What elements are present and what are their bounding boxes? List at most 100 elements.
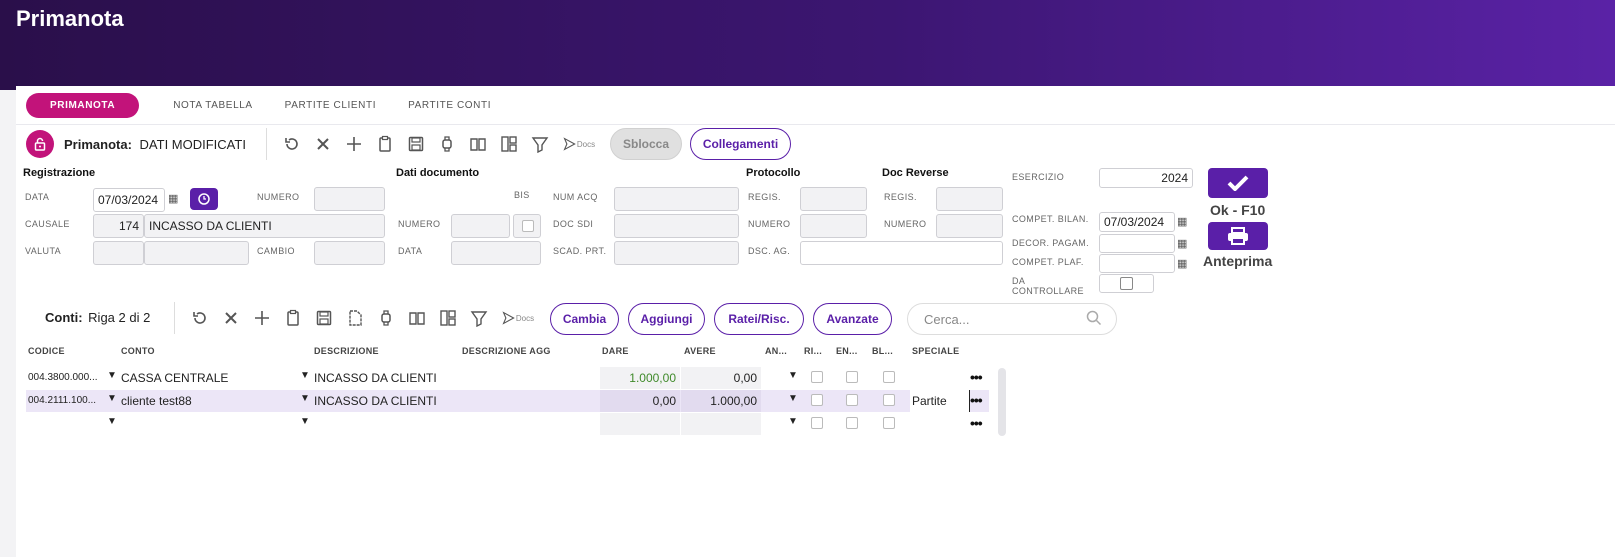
delete-icon[interactable] [312,133,334,155]
numero-field[interactable] [314,187,385,211]
causale-desc-field[interactable]: INCASSO DA CLIENTI [144,214,385,238]
prot-regis-field[interactable] [800,187,867,211]
add-icon[interactable] [343,133,365,155]
doc-sdi-field[interactable] [614,214,739,238]
doc-data-field[interactable] [451,241,541,265]
en-checkbox[interactable] [846,417,858,429]
chevron-down-icon[interactable]: ▼ [107,393,117,404]
decor-pagam-field[interactable] [1099,234,1175,253]
causale-code-field[interactable]: 174 [93,214,144,238]
tab-partite-clienti[interactable]: PARTITE CLIENTI [285,100,376,111]
da-controllare-checkbox[interactable] [1120,277,1133,290]
avanzate-button[interactable]: Avanzate [813,303,892,335]
col-bl[interactable]: BL... [872,346,893,356]
cell-avere[interactable]: 1.000,00 [681,390,761,412]
cell-conto[interactable]: CASSA CENTRALE [119,367,299,389]
bl-checkbox[interactable] [883,417,895,429]
cell-speciale[interactable]: Partite [910,390,970,412]
document-icon[interactable] [344,307,366,329]
chevron-down-icon[interactable]: ▼ [788,393,798,404]
cell-dare[interactable] [600,413,680,435]
anteprima-button[interactable] [1208,222,1268,250]
bl-checkbox[interactable] [883,394,895,406]
table-row[interactable]: 004.2111.100... ▼ cliente test88 ▼ INCAS… [26,390,989,412]
clipboard-icon[interactable] [374,133,396,155]
cell-descrizione[interactable]: INCASSO DA CLIENTI [312,390,457,412]
calendar-icon[interactable]: ▦ [168,192,178,205]
more-icon[interactable]: ••• [970,392,983,408]
cell-descrizione[interactable] [312,413,457,435]
col-ri[interactable]: RI... [804,346,822,356]
valuta-desc-field[interactable] [144,241,249,265]
col-descrizione[interactable]: DESCRIZIONE [314,346,379,356]
cell-speciale[interactable] [910,413,970,435]
esercizio-field[interactable]: 2024 [1099,168,1193,188]
save-icon[interactable] [405,133,427,155]
chevron-down-icon[interactable]: ▼ [300,393,310,404]
cell-descrizione-agg[interactable] [460,390,598,412]
ratei-risc-button[interactable]: Ratei/Risc. [714,303,804,335]
undo-icon[interactable] [281,133,303,155]
col-an[interactable]: AN... [765,346,787,356]
layout-icon[interactable] [498,133,520,155]
chevron-down-icon[interactable]: ▼ [300,370,310,381]
cambio-field[interactable] [314,241,385,265]
grid-scrollbar[interactable] [998,368,1006,436]
filter-icon[interactable] [529,133,551,155]
clock-button[interactable] [190,188,218,210]
cell-dare[interactable]: 0,00 [600,390,680,412]
unlock-button[interactable] [26,130,54,158]
tab-primanota[interactable]: PRIMANOTA [26,92,140,118]
cambia-button[interactable]: Cambia [550,303,619,335]
cell-dare[interactable]: 1.000,00 [600,367,680,389]
col-avere[interactable]: AVERE [684,346,716,356]
watch-icon[interactable] [375,307,397,329]
col-dare[interactable]: DARE [602,346,629,356]
sblocca-button[interactable]: Sblocca [610,128,682,160]
cell-avere[interactable]: 0,00 [681,367,761,389]
calendar-icon-compet-plaf[interactable]: ▦ [1177,257,1187,270]
en-checkbox[interactable] [846,371,858,383]
search-icon[interactable] [1086,310,1102,331]
cell-avere[interactable] [681,413,761,435]
clipboard-icon[interactable] [282,307,304,329]
cell-descrizione[interactable]: INCASSO DA CLIENTI [312,367,457,389]
bl-checkbox[interactable] [883,371,895,383]
book-icon[interactable] [467,133,489,155]
ri-checkbox[interactable] [811,417,823,429]
cell-codice[interactable]: 004.2111.100... [26,390,104,412]
scad-prt-field[interactable] [614,241,739,265]
cell-conto[interactable]: cliente test88 [119,390,299,412]
delete-icon[interactable] [220,307,242,329]
calendar-icon-compet-bilan[interactable]: ▦ [1177,215,1187,228]
table-row[interactable]: 004.3800.000... ▼ CASSA CENTRALE ▼ INCAS… [26,367,989,389]
bis-field[interactable] [513,214,541,238]
num-acq-field[interactable] [614,187,739,211]
layout-icon[interactable] [437,307,459,329]
cell-codice[interactable] [26,413,104,435]
col-descrizione-agg[interactable]: DESCRIZIONE AGG [462,346,551,356]
ri-checkbox[interactable] [811,394,823,406]
tab-nota-tabella[interactable]: NOTA TABELLA [173,100,252,111]
aggiungi-button[interactable]: Aggiungi [628,303,705,335]
table-row[interactable]: ▼ ▼ ▼ ••• [26,413,989,435]
col-codice[interactable]: CODICE [28,346,65,356]
valuta-code-field[interactable] [93,241,144,265]
cell-descrizione-agg[interactable] [460,367,598,389]
collegamenti-button[interactable]: Collegamenti [690,128,791,160]
bis-checkbox[interactable] [522,220,534,232]
en-checkbox[interactable] [846,394,858,406]
chevron-down-icon[interactable]: ▼ [107,370,117,381]
prot-numero-field[interactable] [800,214,867,238]
cell-speciale[interactable] [910,367,970,389]
chevron-down-icon[interactable]: ▼ [788,416,798,427]
filter-icon[interactable] [468,307,490,329]
tab-partite-conti[interactable]: PARTITE CONTI [408,100,491,111]
col-conto[interactable]: CONTO [121,346,155,356]
compet-plaf-field[interactable] [1099,254,1175,273]
calendar-icon-decor-pagam[interactable]: ▦ [1177,237,1187,250]
add-icon[interactable] [251,307,273,329]
more-icon[interactable]: ••• [970,415,983,431]
doc-numero-field[interactable] [451,214,510,238]
cell-conto[interactable] [119,413,299,435]
